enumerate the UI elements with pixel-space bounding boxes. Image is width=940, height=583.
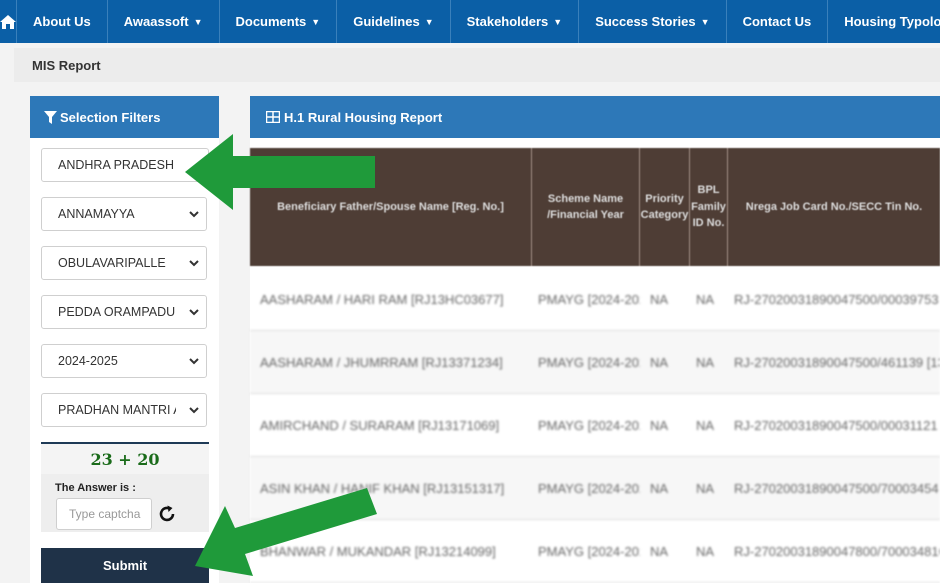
table-cell: NA bbox=[650, 544, 669, 559]
nav-success-stories[interactable]: Success Stories ▼ bbox=[579, 0, 727, 43]
breadcrumb: MIS Report bbox=[14, 48, 940, 82]
table-cell: PMAYG [2024-2025] bbox=[538, 481, 640, 496]
arrow-down-left-icon bbox=[195, 488, 377, 576]
table-cell: RJ-27020031890047500/00031121 [1317 bbox=[734, 418, 940, 433]
column-header: BPL Family ID No. bbox=[690, 148, 728, 266]
captcha-question: 23 + 20 bbox=[41, 444, 209, 474]
nav-guidelines[interactable]: Guidelines ▼ bbox=[337, 0, 451, 43]
table-cell: RJ-27020031890047500/70003454 [1313 bbox=[734, 481, 940, 496]
table-cell: RJ-27020031890047500/461139 [13387 bbox=[734, 355, 940, 370]
table-cell: PMAYG [2024-2025] bbox=[538, 544, 640, 559]
nav-contact-us[interactable]: Contact Us bbox=[727, 0, 829, 43]
arrow-left-icon bbox=[185, 134, 375, 210]
caret-down-icon: ▼ bbox=[700, 16, 710, 27]
caret-down-icon: ▼ bbox=[311, 16, 321, 27]
table-cell: PMAYG [2024-2025] bbox=[538, 292, 640, 307]
table-cell: NA bbox=[696, 292, 715, 307]
block-select[interactable]: OBULAVARIPALLE bbox=[41, 246, 207, 280]
nav-housing-typologies[interactable]: Housing Typologies▼ bbox=[828, 0, 940, 43]
column-header: Nrega Job Card No./SECC Tin No. bbox=[745, 200, 923, 213]
column-header: Priority Category bbox=[640, 148, 690, 266]
table-icon bbox=[266, 111, 280, 123]
chevron-down-icon bbox=[189, 309, 199, 316]
nav-about-us[interactable]: About Us bbox=[17, 0, 108, 43]
table-cell: NA bbox=[650, 292, 669, 307]
table-cell: NA bbox=[650, 481, 669, 496]
filters-header: Selection Filters bbox=[30, 96, 219, 138]
chevron-down-icon bbox=[189, 260, 199, 267]
table-cell: RJ-27020031890047500/00039753 [13067 bbox=[734, 292, 940, 307]
table-cell: PMAYG [2024-2025] bbox=[538, 418, 640, 433]
table-cell: PMAYG [2024-2025] bbox=[538, 355, 640, 370]
chevron-down-icon bbox=[189, 358, 199, 365]
page-title: MIS Report bbox=[32, 57, 101, 73]
top-nav: About Us Awaassoft ▼ Documents ▼ Guideline… bbox=[0, 0, 940, 43]
table-row: AASHARAM / JHUMRRAM [RJ13371234] PMAYG [… bbox=[250, 331, 940, 394]
nav-documents[interactable]: Documents ▼ bbox=[220, 0, 338, 43]
refresh-icon[interactable] bbox=[157, 504, 177, 524]
home-button[interactable] bbox=[0, 0, 17, 43]
home-icon bbox=[0, 14, 16, 29]
captcha-box: 23 + 20 The Answer is : Type captcha bbox=[41, 442, 209, 532]
table-cell: RJ-27020031890047800/700034810 [1312 bbox=[734, 544, 940, 559]
chevron-down-icon bbox=[189, 407, 199, 414]
table-cell: AMIRCHAND / SURARAM [RJ13171069] bbox=[260, 418, 500, 433]
table-cell: NA bbox=[696, 355, 715, 370]
caret-down-icon: ▼ bbox=[424, 16, 434, 27]
report-header: H.1 Rural Housing Report bbox=[250, 96, 940, 138]
financial-year-select[interactable]: 2024-2025 bbox=[41, 344, 207, 378]
table-cell: AASHARAM / JHUMRRAM [RJ13371234] bbox=[260, 355, 503, 370]
state-select[interactable]: ANDHRA PRADESH bbox=[41, 148, 209, 182]
table-cell: NA bbox=[696, 544, 715, 559]
filter-icon bbox=[44, 110, 57, 124]
panchayat-select[interactable]: PEDDA ORAMPADU bbox=[41, 295, 207, 329]
nav-awaassoft[interactable]: Awaassoft ▼ bbox=[108, 0, 220, 43]
captcha-answer-label: The Answer is : bbox=[55, 482, 136, 494]
caret-down-icon: ▼ bbox=[193, 16, 203, 27]
table-cell: AASHARAM / HARI RAM [RJ13HC03677] bbox=[260, 292, 504, 307]
column-header: Scheme Name /Financial Year bbox=[532, 148, 640, 266]
submit-button[interactable]: Submit bbox=[41, 548, 209, 583]
captcha-input[interactable]: Type captcha bbox=[56, 498, 152, 530]
table-cell: NA bbox=[696, 418, 715, 433]
caret-down-icon: ▼ bbox=[553, 16, 563, 27]
nav-stakeholders[interactable]: Stakeholders ▼ bbox=[451, 0, 580, 43]
district-select[interactable]: ANNAMAYYA bbox=[41, 197, 207, 231]
table-row: AMIRCHAND / SURARAM [RJ13171069] PMAYG [… bbox=[250, 394, 940, 457]
table-cell: NA bbox=[650, 355, 669, 370]
report-title: H.1 Rural Housing Report bbox=[284, 109, 443, 125]
table-cell: NA bbox=[650, 418, 669, 433]
table-cell: NA bbox=[696, 481, 715, 496]
scheme-select[interactable]: PRADHAN MANTRI AWAAS bbox=[41, 393, 207, 427]
table-row: AASHARAM / HARI RAM [RJ13HC03677] PMAYG … bbox=[250, 268, 940, 331]
